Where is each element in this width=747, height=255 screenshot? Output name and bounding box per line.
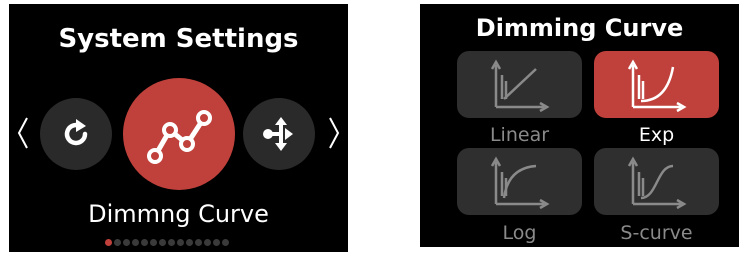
page-dot (222, 239, 229, 246)
page-dot (168, 239, 175, 246)
page-dot (123, 239, 130, 246)
page-dot (159, 239, 166, 246)
curve-option-exp[interactable] (594, 51, 719, 118)
page-dot (132, 239, 139, 246)
page-dot (141, 239, 148, 246)
curve-option-s-curve[interactable] (594, 148, 719, 215)
page-title: Dimming Curve (475, 14, 684, 42)
system-settings-screen: System Settings Dimmng Curve (9, 4, 348, 252)
page-dot (204, 239, 211, 246)
page-dot (195, 239, 202, 246)
line-graph-icon (147, 110, 212, 164)
s-curve-icon (627, 155, 687, 209)
network-button[interactable] (243, 98, 315, 170)
selected-menu-label: Dimmng Curve (88, 200, 269, 228)
page-title: System Settings (58, 24, 299, 54)
next-arrow-icon[interactable] (326, 114, 342, 152)
dimming-curve-button[interactable] (123, 78, 235, 190)
reset-button[interactable] (40, 98, 112, 170)
curve-option-linear[interactable] (457, 51, 582, 118)
exp-curve-icon (627, 58, 687, 112)
page-dot (177, 239, 184, 246)
curve-label-exp: Exp (638, 124, 675, 146)
reset-icon (64, 119, 88, 146)
page-dot (213, 239, 220, 246)
previous-arrow-icon[interactable] (15, 114, 31, 152)
page-dot-active (105, 239, 112, 246)
page-dot (186, 239, 193, 246)
curve-label-linear: Linear (489, 124, 550, 146)
page-indicator (105, 239, 229, 246)
linear-curve-icon (490, 58, 550, 112)
page-dot (114, 239, 121, 246)
curve-label-log: Log (502, 222, 537, 244)
dimming-curve-screen: Dimming Curve Linear Exp Log S-curve (420, 4, 739, 247)
page-dot (150, 239, 157, 246)
curve-option-log[interactable] (457, 148, 582, 215)
log-curve-icon (490, 155, 550, 209)
curve-label-s-curve: S-curve (620, 222, 693, 244)
network-icon (263, 117, 293, 151)
